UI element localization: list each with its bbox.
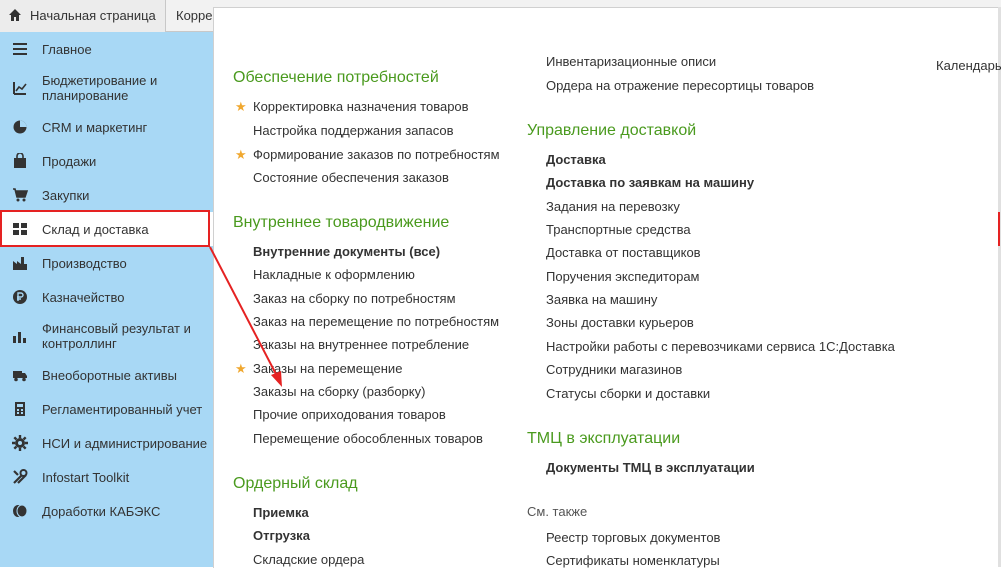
link-internal[interactable]: Заказ на сборку по потребностям [253, 291, 456, 306]
section-title-order-warehouse: Ордерный склад [233, 475, 358, 492]
sidebar-item-warehouse[interactable]: Склад и доставка [0, 212, 213, 246]
link-delivery[interactable]: Настройки работы с перевозчиками сервиса… [546, 339, 895, 354]
sidebar-item-label: Склад и доставка [42, 222, 149, 237]
tab-second-label: Корре [176, 8, 213, 23]
link-internal[interactable]: Внутренние документы (все) [253, 244, 440, 259]
link-delivery[interactable]: Поручения экспедиторам [546, 269, 700, 284]
sidebar-item-purchases[interactable]: Закупки [0, 178, 213, 212]
pie-chart-icon [13, 120, 27, 134]
budget-chart-icon [13, 82, 27, 95]
link-inventory[interactable]: Инвентаризационные описи [546, 54, 716, 69]
link-tmc[interactable]: Документы ТМЦ в эксплуатации [546, 460, 755, 475]
link-supply[interactable]: Формирование заказов по потребностям [253, 147, 500, 162]
link-internal[interactable]: Прочие оприходования товаров [253, 407, 446, 422]
sidebar-item-label: CRM и маркетинг [42, 120, 148, 135]
factory-icon [13, 257, 27, 270]
sidebar-item-nsi-admin[interactable]: НСИ и администрирование [0, 426, 213, 460]
link-delivery[interactable]: Заявка на машину [546, 292, 657, 307]
cart-icon [13, 188, 28, 202]
link-internal[interactable]: Накладные к оформлению [253, 267, 415, 282]
section-title-internal: Внутреннее товародвижение [233, 214, 450, 231]
link-delivery[interactable]: Доставка [546, 152, 606, 167]
ruble-coin-icon [13, 290, 27, 304]
sidebar: Главное Бюджетирование и планирование CR… [0, 32, 213, 567]
sidebar-item-main[interactable]: Главное [0, 32, 213, 66]
sidebar-item-kabeks[interactable]: Доработки КАБЭКС [0, 494, 213, 528]
sidebar-item-production[interactable]: Производство [0, 246, 213, 280]
menu-lines-icon [13, 43, 27, 55]
sidebar-item-crm[interactable]: CRM и маркетинг [0, 110, 213, 144]
link-internal[interactable]: Перемещение обособленных товаров [253, 431, 483, 446]
truck-icon [13, 371, 27, 382]
sidebar-item-label: НСИ и администрирование [42, 436, 208, 451]
sidebar-item-regulated-accounting[interactable]: Регламентированный учет [0, 392, 213, 426]
sidebar-item-label: Финансовый результат и контроллинг [42, 321, 191, 351]
link-internal[interactable]: Заказы на перемещение [253, 361, 402, 376]
sidebar-item-label: Доработки КАБЭКС [42, 504, 161, 519]
link-delivery[interactable]: Статусы сборки и доставки [546, 386, 710, 401]
link-order[interactable]: Складские ордера [253, 552, 364, 567]
home-icon [9, 9, 21, 21]
calendar-link[interactable]: Календарь [936, 58, 1001, 73]
link-internal[interactable]: Заказ на перемещение по потребностям [253, 314, 499, 329]
sidebar-item-label: Главное [42, 42, 92, 57]
link-delivery[interactable]: Доставка по заявкам на машину [546, 175, 754, 190]
star-icon[interactable]: ★ [235, 147, 247, 163]
link-internal[interactable]: Заказы на сборку (разборку) [253, 384, 425, 399]
star-icon[interactable]: ★ [235, 99, 247, 115]
sidebar-item-budgeting[interactable]: Бюджетирование и планирование [0, 66, 213, 110]
sidebar-item-treasury[interactable]: Казначейство [0, 280, 213, 314]
sidebar-item-financial-result[interactable]: Финансовый результат и контроллинг [0, 314, 213, 358]
link-see-also[interactable]: Сертификаты номенклатуры [546, 553, 720, 568]
link-delivery[interactable]: Зоны доставки курьеров [546, 315, 694, 330]
sidebar-item-label: Казначейство [42, 290, 125, 305]
gear-icon [12, 435, 28, 451]
bar-chart-icon [13, 332, 26, 343]
link-delivery[interactable]: Сотрудники магазинов [546, 362, 682, 377]
warehouse-grid-icon [13, 223, 27, 235]
link-supply[interactable]: Настройка поддержания запасов [253, 123, 453, 138]
link-internal[interactable]: Заказы на внутреннее потребление [253, 337, 469, 352]
sidebar-item-sales[interactable]: Продажи [0, 144, 213, 178]
tab-home[interactable]: Начальная страница [0, 0, 166, 32]
link-inventory[interactable]: Ордера на отражение пересортицы товаров [546, 78, 814, 93]
sidebar-item-infostart[interactable]: Infostart Toolkit [0, 460, 213, 494]
tab-home-label: Начальная страница [30, 8, 156, 23]
section-title-supply: Обеспечение потребностей [233, 69, 439, 86]
sidebar-item-label: Регламентированный учет [42, 402, 203, 417]
sidebar-item-label: Infostart Toolkit [42, 470, 130, 485]
sidebar-item-label: Продажи [42, 154, 97, 169]
section-title-tmc: ТМЦ в эксплуатации [527, 430, 681, 447]
coins-icon [13, 504, 28, 518]
link-supply[interactable]: Корректировка назначения товаров [253, 99, 469, 114]
sidebar-item-label: Закупки [42, 188, 90, 203]
sidebar-item-fixed-assets[interactable]: Внеоборотные активы [0, 358, 213, 392]
see-also-label: См. также [527, 504, 588, 519]
link-order[interactable]: Отгрузка [253, 528, 310, 543]
highlight-annotation-mark [998, 212, 1000, 246]
calculator-icon [15, 402, 25, 416]
star-icon[interactable]: ★ [235, 361, 247, 377]
link-order[interactable]: Приемка [253, 505, 309, 520]
link-delivery[interactable]: Доставка от поставщиков [546, 245, 701, 260]
sidebar-item-label: Бюджетирование и планирование [42, 73, 158, 103]
sidebar-item-label: Внеоборотные активы [42, 368, 178, 383]
tab-second[interactable]: Корре [167, 0, 215, 32]
link-delivery[interactable]: Задания на перевозку [546, 199, 680, 214]
link-delivery[interactable]: Транспортные средства [546, 222, 691, 237]
sidebar-item-label: Производство [42, 256, 127, 271]
shopping-bag-icon [14, 153, 26, 168]
link-supply[interactable]: Состояние обеспечения заказов [253, 170, 449, 185]
link-see-also[interactable]: Реестр торговых документов [546, 530, 720, 545]
tools-icon [13, 469, 28, 484]
section-title-delivery: Управление доставкой [527, 122, 697, 139]
